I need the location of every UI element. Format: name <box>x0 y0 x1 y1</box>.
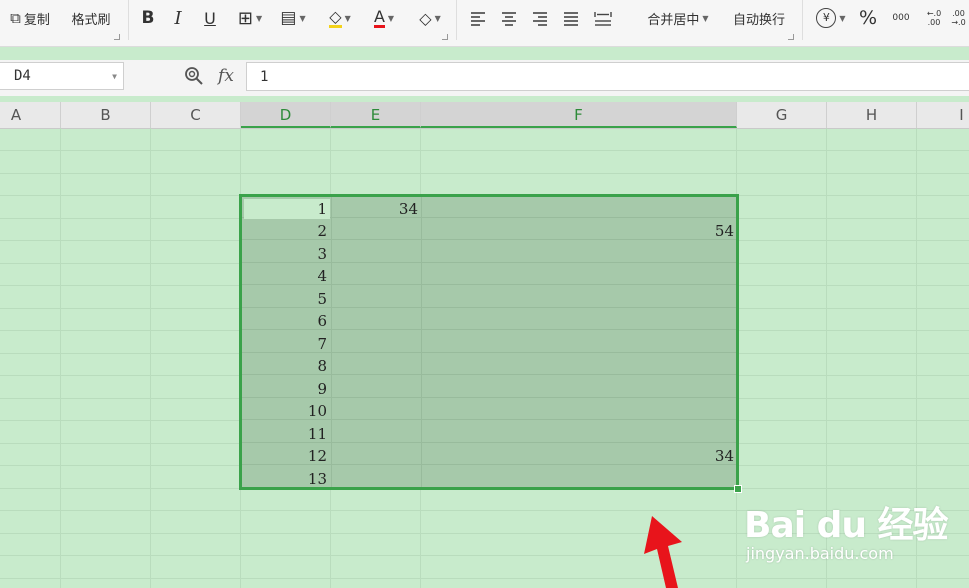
column-header-b[interactable]: B <box>61 102 151 128</box>
column-d-cell[interactable]: 1 <box>247 198 327 220</box>
eraser-icon: ◇ <box>419 8 432 28</box>
column-d-cell[interactable]: 4 <box>247 265 327 287</box>
clipboard-group-corner[interactable] <box>114 34 120 40</box>
percent-button[interactable]: % <box>856 6 880 30</box>
chevron-down-icon: ▼ <box>839 13 846 23</box>
column-d-cell[interactable]: 11 <box>247 423 327 445</box>
font-color-icon: A <box>373 6 385 28</box>
column-f-cell[interactable]: 54 <box>654 220 734 242</box>
baidu-watermark: Bai du 经验 jingyan.baidu.com <box>744 486 949 576</box>
cell-reference: D4 <box>14 68 31 84</box>
copy-button[interactable]: ⧉ 复制 <box>2 6 58 30</box>
alignment-group-corner[interactable] <box>788 34 794 40</box>
divider <box>802 0 803 40</box>
currency-dropdown[interactable]: ¥ ▼ <box>812 6 850 30</box>
column-header-h[interactable]: H <box>827 102 917 128</box>
chevron-down-icon: ▼ <box>344 13 351 23</box>
column-header-i[interactable]: I <box>917 102 969 128</box>
watermark-brand: Bai du 经验 <box>744 505 949 546</box>
column-header-e[interactable]: E <box>331 102 421 128</box>
column-header-f[interactable]: F <box>421 102 737 128</box>
wrap-text-button[interactable]: 自动换行 <box>726 6 792 30</box>
wrap-text-label: 自动换行 <box>732 12 785 28</box>
formula-bar: D4 ▼ fx 1 <box>0 60 969 96</box>
column-d-cell[interactable]: 12 <box>247 445 327 467</box>
merge-center-label: 合并居中 <box>647 12 700 28</box>
formula-input[interactable]: 1 <box>246 62 969 91</box>
chevron-down-icon: ▼ <box>255 13 263 23</box>
chevron-down-icon: ▼ <box>434 13 441 23</box>
column-gridline <box>150 128 151 588</box>
column-d-cell[interactable]: 9 <box>247 378 327 400</box>
insert-function-button[interactable]: fx <box>212 65 240 87</box>
red-arrow-icon <box>644 516 682 588</box>
bold-button[interactable]: B <box>136 6 160 30</box>
fill-bucket-icon: ◇ <box>329 6 342 28</box>
conditional-format-dropdown[interactable]: ▤ ▼ <box>274 6 312 30</box>
ribbon-toolbar: ⧉ 复制 格式刷 B I U ⊞ ▼ ▤ ▼ ◇ ▼ A ▼ ◇ ▼ 合并居中 ▼ 自动换行 <box>0 0 969 47</box>
chevron-down-icon[interactable]: ▼ <box>112 72 117 81</box>
format-painter-label: 格式刷 <box>71 12 111 28</box>
clear-format-dropdown[interactable]: ◇ ▼ <box>410 6 450 30</box>
column-d-cell[interactable]: 13 <box>247 468 327 490</box>
chevron-down-icon: ▼ <box>702 13 709 23</box>
name-box[interactable]: D4 ▼ <box>0 62 124 90</box>
watermark-url: jingyan.baidu.com <box>746 544 894 563</box>
fill-color-dropdown[interactable]: ◇ ▼ <box>320 6 360 30</box>
column-d-cell[interactable]: 10 <box>247 400 327 422</box>
column-d-cell[interactable]: 7 <box>247 333 327 355</box>
font-group-corner[interactable] <box>442 34 448 40</box>
zoom-search-icon[interactable] <box>182 65 206 87</box>
font-color-dropdown[interactable]: A ▼ <box>366 6 402 30</box>
row-gridline <box>0 173 969 174</box>
distributed-align-icon <box>594 12 612 26</box>
align-center-icon <box>502 12 516 26</box>
column-d-cell[interactable]: 6 <box>247 310 327 332</box>
column-header-g[interactable]: G <box>737 102 827 128</box>
italic-button[interactable]: I <box>166 6 190 30</box>
row-gridline <box>0 578 969 579</box>
copy-icon: ⧉ <box>10 9 21 27</box>
fill-handle[interactable] <box>734 485 742 493</box>
row-gridline <box>0 150 969 151</box>
underline-button[interactable]: U <box>198 6 222 30</box>
column-d-cell[interactable]: 8 <box>247 355 327 377</box>
column-header-c[interactable]: C <box>151 102 241 128</box>
borders-dropdown[interactable]: ⊞ ▼ <box>231 6 269 30</box>
column-f-cell[interactable]: 34 <box>654 445 734 467</box>
divider <box>128 0 129 40</box>
borders-icon: ⊞ <box>237 7 253 29</box>
align-center-button[interactable] <box>497 6 521 30</box>
column-headers: ABCDEFGHI <box>0 102 969 129</box>
align-left-button[interactable] <box>466 6 490 30</box>
column-d-cell[interactable]: 5 <box>247 288 327 310</box>
increase-decimal-button[interactable]: ←.0 .00 <box>922 6 946 30</box>
column-header-d[interactable]: D <box>241 102 331 128</box>
divider <box>456 0 457 40</box>
column-header-a[interactable]: A <box>0 102 61 128</box>
align-left-icon <box>471 12 485 26</box>
decrease-decimal-button[interactable]: .00 →.0 <box>948 6 969 30</box>
distributed-align-button[interactable] <box>590 6 616 30</box>
format-painter-button[interactable]: 格式刷 <box>64 6 118 30</box>
thousands-separator-button[interactable]: 000 <box>888 6 914 30</box>
chevron-down-icon: ▼ <box>387 13 395 23</box>
column-gridline <box>60 128 61 588</box>
formula-value: 1 <box>260 68 269 85</box>
column-d-cell[interactable]: 2 <box>247 220 327 242</box>
column-d-cell[interactable]: 3 <box>247 243 327 265</box>
justify-button[interactable] <box>559 6 583 30</box>
currency-icon: ¥ <box>816 8 837 28</box>
column-e-cell[interactable]: 34 <box>338 198 418 220</box>
table-style-icon: ▤ <box>280 8 297 28</box>
align-right-icon <box>533 12 547 26</box>
chevron-down-icon: ▼ <box>299 13 306 23</box>
justify-icon <box>564 12 578 26</box>
align-right-button[interactable] <box>528 6 552 30</box>
merge-center-dropdown[interactable]: 合并居中 ▼ <box>638 6 718 30</box>
